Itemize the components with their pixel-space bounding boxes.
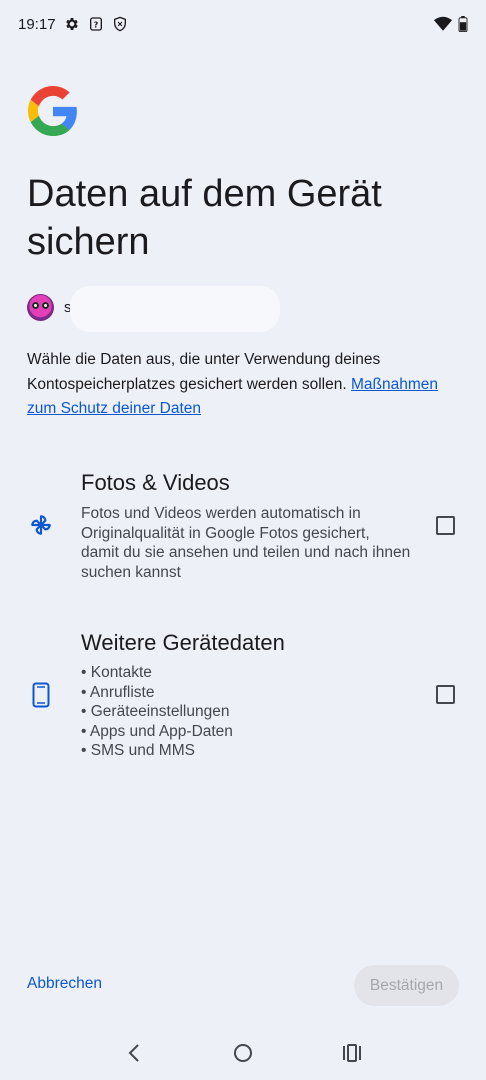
status-left: 19:17 ?: [18, 16, 128, 33]
cancel-button[interactable]: Abbrechen: [27, 975, 102, 993]
pinwheel-icon: [28, 512, 54, 543]
account-row: s: [27, 294, 72, 321]
wifi-icon: [434, 16, 452, 32]
list-item: • Geräteeinstellungen: [81, 703, 230, 720]
navigation-bar: [0, 1025, 486, 1080]
question-icon: ?: [88, 16, 104, 32]
phone-icon: [32, 682, 50, 713]
description: Wähle die Daten aus, die unter Verwendun…: [27, 348, 459, 422]
list-item: • Kontakte: [81, 664, 152, 681]
redacted-email: [70, 286, 280, 332]
status-bar: 19:17 ?: [0, 0, 486, 48]
google-g-logo: [27, 86, 78, 136]
battery-icon: [458, 16, 468, 32]
list-item: • Apps und App-Daten: [81, 722, 233, 740]
status-time: 19:17: [18, 15, 56, 33]
back-icon[interactable]: [114, 1033, 154, 1073]
option-title: Weitere Gerätedaten: [81, 630, 285, 655]
list-item: • Anrufliste: [81, 683, 155, 701]
list-item: • SMS und MMS: [81, 742, 195, 759]
checkbox-photos[interactable]: [436, 516, 455, 535]
avatar: [27, 294, 54, 321]
svg-text:?: ?: [93, 20, 98, 29]
option-title: Fotos & Videos: [81, 470, 230, 495]
description-text: Wähle die Daten aus, die unter Verwendun…: [27, 351, 381, 393]
checkbox-device-data[interactable]: [436, 685, 455, 704]
gear-icon: [64, 16, 80, 32]
home-icon[interactable]: [223, 1033, 263, 1073]
recents-icon[interactable]: [332, 1033, 372, 1073]
status-right: [434, 16, 468, 32]
shield-icon: [112, 16, 128, 32]
option-description: Fotos und Videos werden automatisch in O…: [81, 505, 411, 581]
page-title: Daten auf dem Gerät sichern: [27, 173, 382, 263]
option-item-list: • Kontakte • Anrufliste • Geräteeinstell…: [81, 663, 411, 761]
confirm-button[interactable]: Bestätigen: [354, 965, 459, 1006]
